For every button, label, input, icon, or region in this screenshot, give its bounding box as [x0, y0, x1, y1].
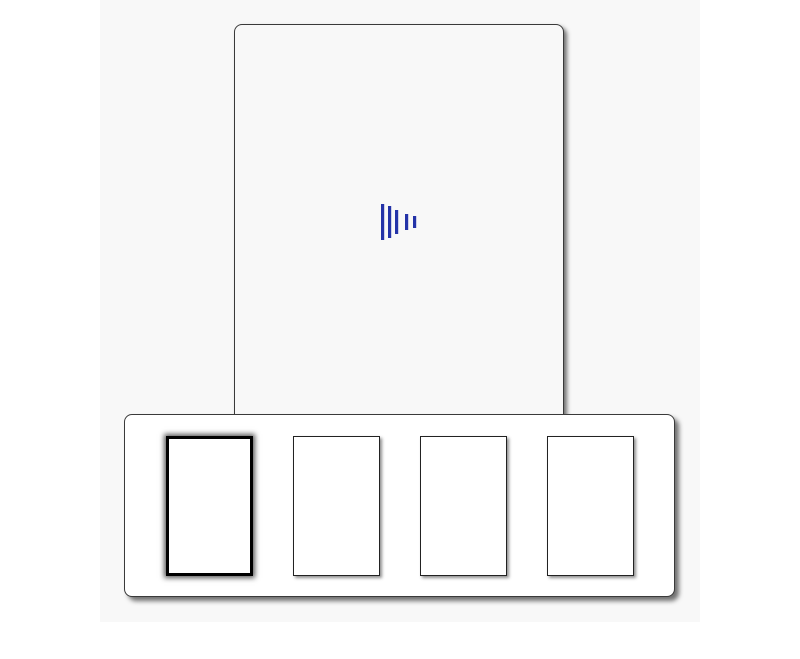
thumbnail-2[interactable] — [293, 436, 380, 576]
thumbnail-1[interactable] — [166, 436, 253, 576]
thumbnail-3[interactable] — [420, 436, 507, 576]
thumbnail-4[interactable] — [547, 436, 634, 576]
sound-bars-icon — [381, 204, 417, 240]
